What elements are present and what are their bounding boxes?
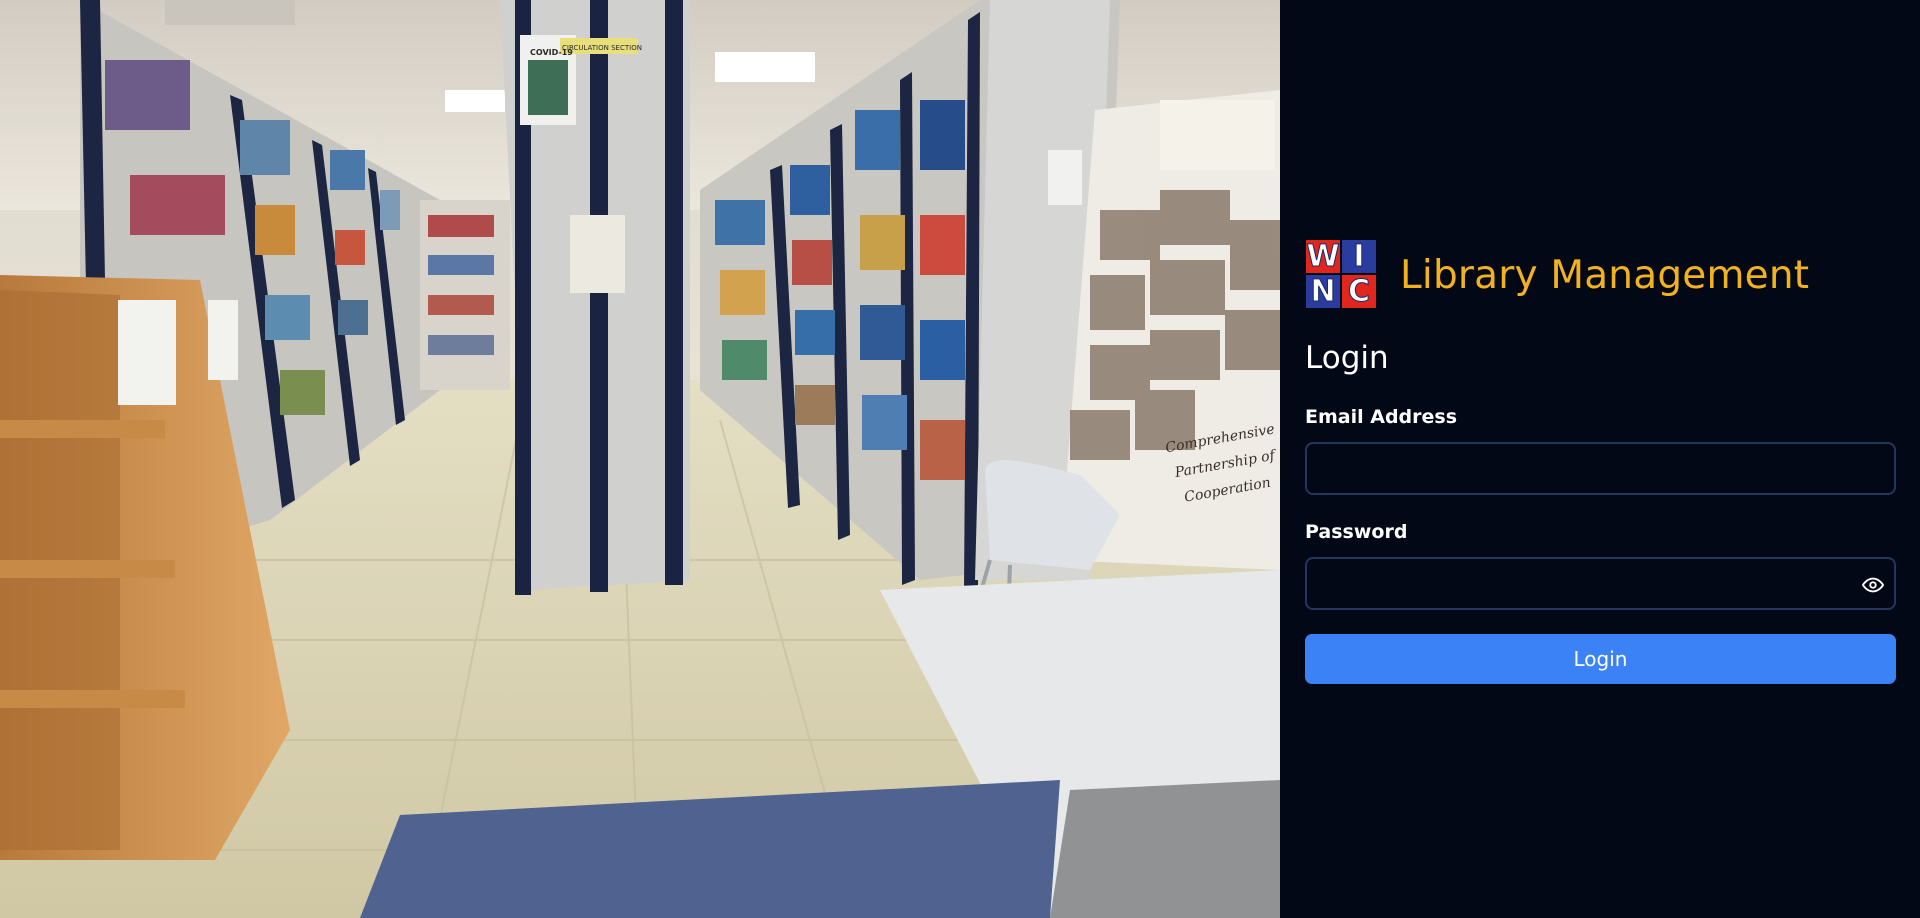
background-photo: Comprehensive Partnership of Cooperation… [0,0,1280,918]
login-heading: Login [1305,340,1389,376]
password-label: Password [1305,521,1408,543]
winc-logo: W I N C [1306,239,1378,310]
sign-circulation: CIRCULATION SECTION [562,44,642,52]
logo-letter-n: N [1306,274,1340,310]
login-button[interactable]: Login [1305,634,1896,684]
email-label: Email Address [1305,406,1458,428]
logo-letter-i: I [1342,239,1376,275]
brand-header: W I N C Library Management [1306,239,1810,310]
library-scene: Comprehensive Partnership of Cooperation… [0,0,1280,918]
logo-letter-w: W [1306,239,1340,275]
app-title: Library Management [1400,252,1810,298]
sign-covid: COVID-19 [530,48,573,57]
login-panel: W I N C Library Management Login Email A… [1280,0,1920,918]
eye-icon[interactable] [1862,574,1884,596]
password-field[interactable] [1305,557,1896,610]
email-field[interactable] [1305,442,1896,495]
logo-letter-c: C [1342,274,1376,310]
